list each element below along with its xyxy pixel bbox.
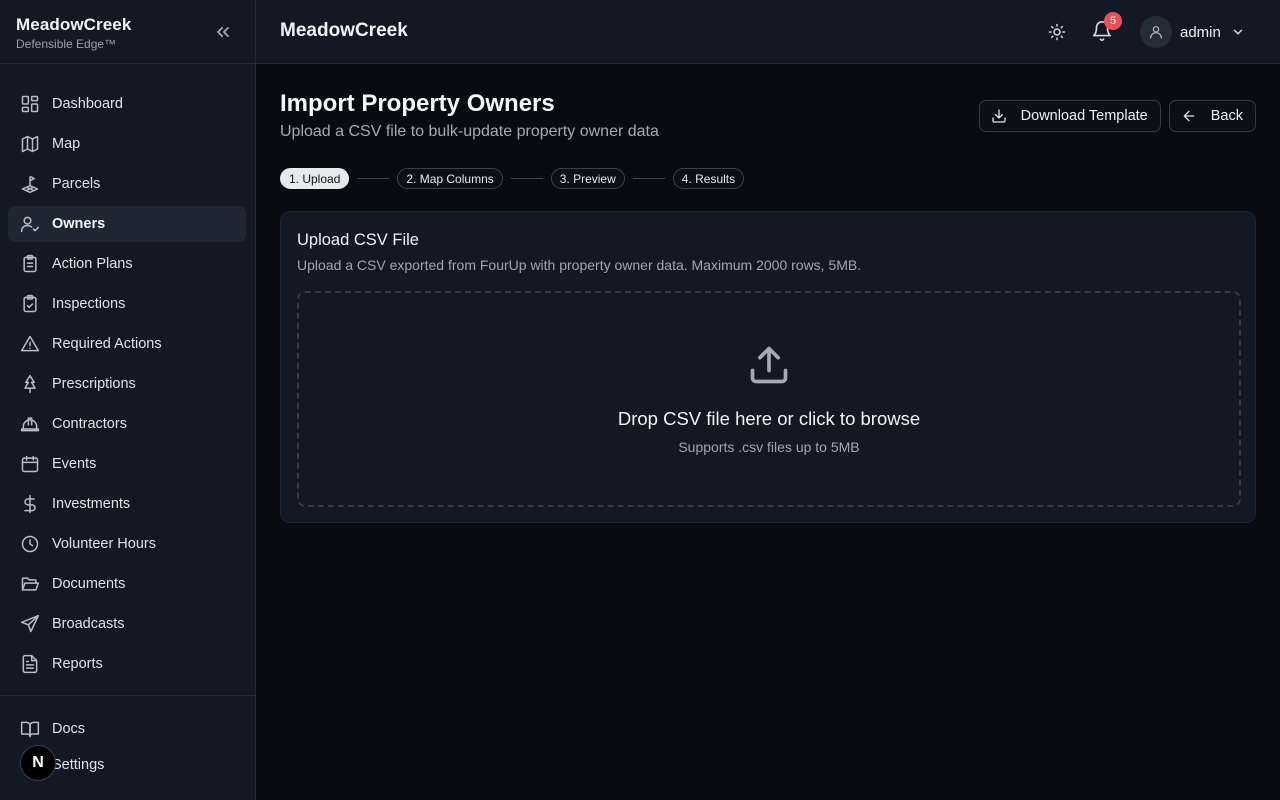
sidebar-item-label: Inspections (52, 296, 126, 312)
sidebar-item-label: Dashboard (52, 96, 123, 112)
alert-triangle-icon (20, 334, 40, 354)
clock-icon (20, 534, 40, 554)
sidebar-item-owners[interactable]: Owners (8, 206, 246, 242)
upload-card-description: Upload a CSV exported from FourUp with p… (297, 257, 862, 273)
brand-tagline: Defensible Edge™ (16, 37, 117, 51)
clipboard-list-icon (20, 254, 40, 274)
collapse-sidebar-icon[interactable] (213, 22, 233, 42)
csv-dropzone[interactable]: Drop CSV file here or click to browse Su… (297, 291, 1241, 507)
sidebar-item-action-plans[interactable]: Action Plans (8, 246, 246, 282)
sun-icon[interactable] (1048, 23, 1066, 41)
brand: MeadowCreek Defensible Edge™ (0, 0, 255, 64)
sidebar-item-label: Owners (52, 216, 106, 232)
download-template-label: Download Template (1020, 108, 1148, 124)
calendar-icon (20, 454, 40, 474)
sidebar-item-inspections[interactable]: Inspections (8, 286, 246, 322)
download-icon (991, 108, 1007, 124)
page-actions: Download Template Back (971, 100, 1256, 132)
folder-open-icon (20, 574, 40, 594)
map-icon (20, 134, 40, 154)
step-results: 4. Results (672, 168, 745, 189)
upload-icon (747, 343, 791, 387)
sidebar-item-label: Events (52, 456, 97, 472)
sidebar-item-label: Volunteer Hours (52, 536, 156, 552)
back-button[interactable]: Back (1168, 100, 1256, 132)
hard-hat-icon (20, 414, 40, 434)
dashboard-icon (20, 94, 40, 114)
download-template-button[interactable]: Download Template (978, 100, 1161, 132)
step-connector (510, 178, 543, 179)
arrow-left-icon (1181, 108, 1197, 124)
avatar (1140, 16, 1172, 48)
sidebar-item-documents[interactable]: Documents (8, 566, 246, 602)
sidebar-item-parcels[interactable]: Parcels (8, 166, 246, 202)
sidebar: MeadowCreek Defensible Edge™ Dashboard M… (0, 0, 256, 800)
dropzone-subtext: Supports .csv files up to 5MB (678, 439, 860, 455)
sidebar-item-prescriptions[interactable]: Prescriptions (8, 366, 246, 402)
n-badge[interactable]: N (20, 745, 56, 781)
book-icon (20, 719, 40, 739)
sidebar-item-map[interactable]: Map (8, 126, 246, 162)
file-text-icon (20, 654, 40, 674)
sidebar-item-events[interactable]: Events (8, 446, 246, 482)
sidebar-item-investments[interactable]: Investments (8, 486, 246, 522)
step-map-columns: 2. Map Columns (397, 168, 503, 189)
stepper: 1. Upload 2. Map Columns 3. Preview 4. R… (280, 168, 745, 189)
sidebar-item-docs[interactable]: Docs (8, 711, 246, 747)
sidebar-item-label: Required Actions (52, 336, 162, 352)
sidebar-item-label: Map (52, 136, 81, 152)
sidebar-item-label: Reports (52, 656, 103, 672)
sidebar-item-label: Settings (52, 757, 105, 773)
dollar-icon (20, 494, 40, 514)
step-connector (632, 178, 665, 179)
sidebar-item-reports[interactable]: Reports (8, 646, 246, 682)
sidebar-nav: Dashboard Map Parcels Owners Action Plan… (0, 64, 255, 682)
sidebar-item-label: Action Plans (52, 256, 133, 272)
dropzone-text: Drop CSV file here or click to browse (617, 408, 921, 429)
notification-badge: 5 (1104, 12, 1122, 30)
topbar: MeadowCreek 5 admin (256, 0, 1280, 64)
sidebar-item-label: Docs (52, 721, 86, 737)
sidebar-item-label: Documents (52, 576, 126, 592)
step-connector (357, 178, 390, 179)
clipboard-check-icon (20, 294, 40, 314)
back-label: Back (1210, 108, 1243, 124)
sidebar-item-label: Parcels (52, 176, 101, 192)
sidebar-item-label: Prescriptions (52, 376, 136, 392)
chevron-down-icon (1231, 25, 1245, 39)
tree-icon (20, 374, 40, 394)
sidebar-item-contractors[interactable]: Contractors (8, 406, 246, 442)
page-title: Import Property Owners (280, 90, 555, 117)
sidebar-item-required-actions[interactable]: Required Actions (8, 326, 246, 362)
sidebar-item-label: Investments (52, 496, 131, 512)
sidebar-item-label: Contractors (52, 416, 127, 432)
step-preview: 3. Preview (550, 168, 625, 189)
brand-name: MeadowCreek (16, 15, 132, 34)
sidebar-item-broadcasts[interactable]: Broadcasts (8, 606, 246, 642)
user-menu[interactable]: admin (1140, 16, 1245, 48)
sidebar-item-label: Broadcasts (52, 616, 125, 632)
step-upload: 1. Upload (280, 168, 350, 189)
sidebar-item-dashboard[interactable]: Dashboard (8, 86, 246, 122)
username: admin (1180, 23, 1221, 41)
parcels-icon (20, 174, 40, 194)
page-subtitle: Upload a CSV file to bulk-update propert… (280, 123, 659, 140)
upload-card-title: Upload CSV File (297, 231, 419, 249)
owners-icon (20, 214, 40, 234)
app-title: MeadowCreek (280, 20, 408, 41)
send-icon (20, 614, 40, 634)
sidebar-item-volunteer-hours[interactable]: Volunteer Hours (8, 526, 246, 562)
upload-card: Upload CSV File Upload a CSV exported fr… (280, 211, 1256, 523)
